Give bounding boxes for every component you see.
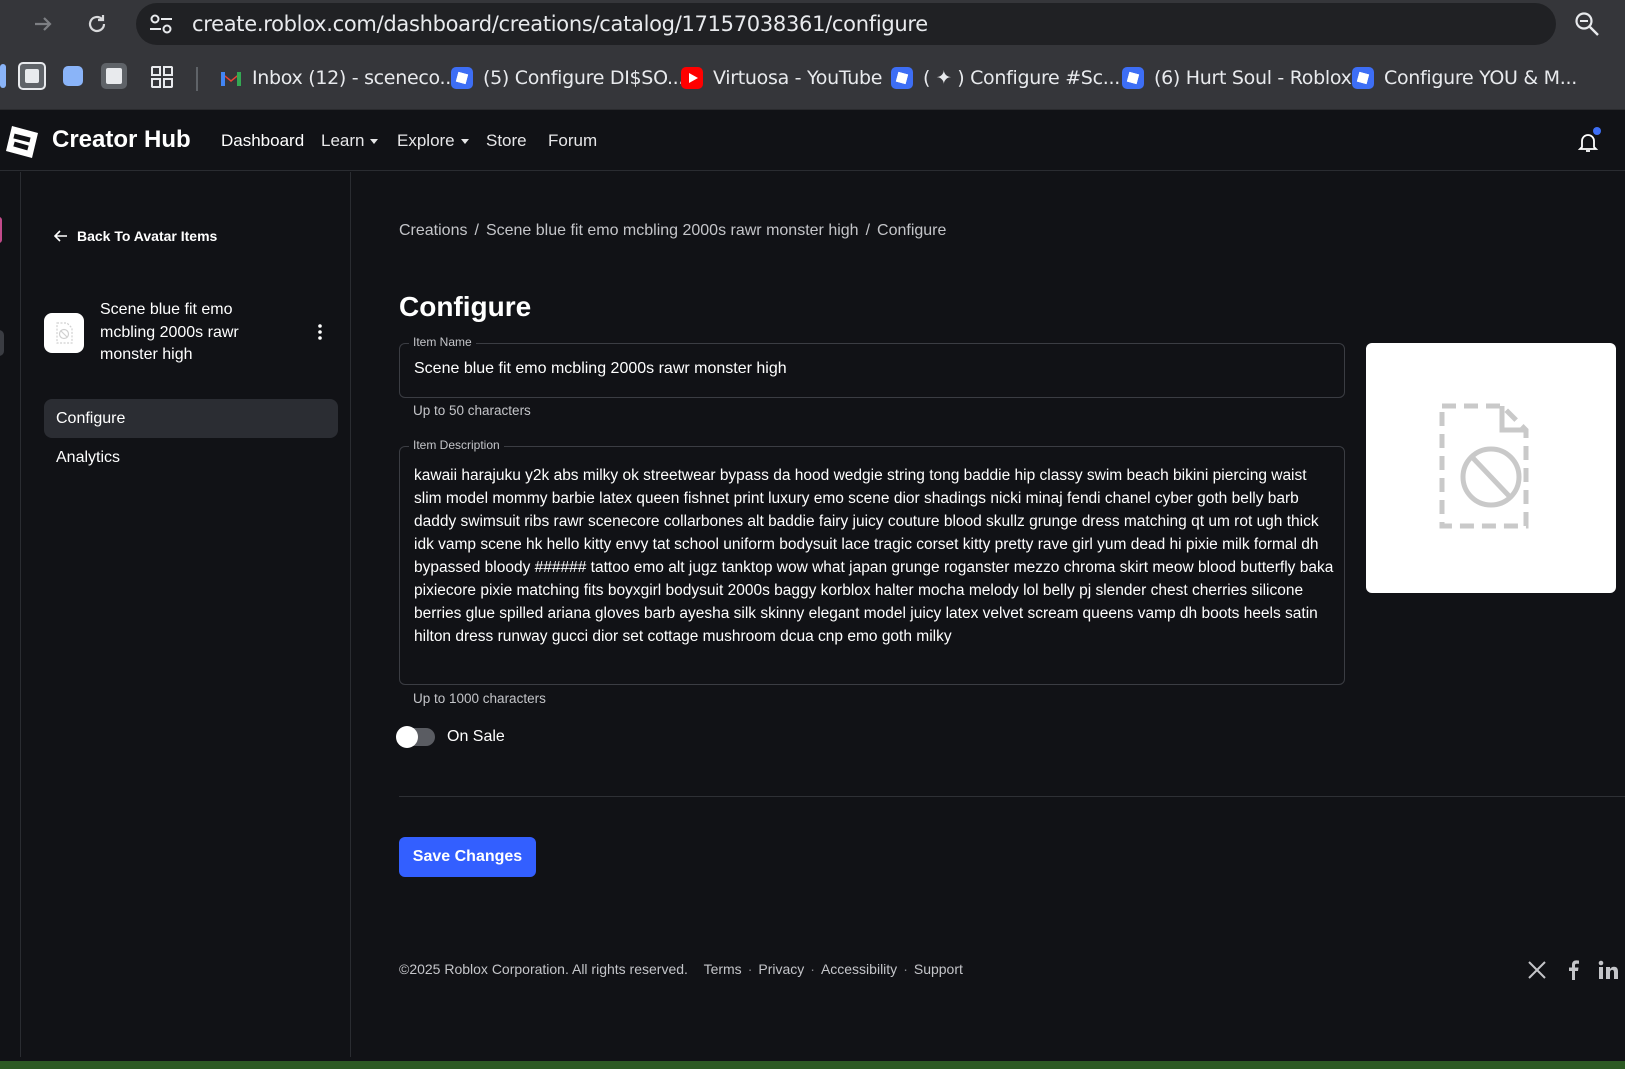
item-description-textarea[interactable]: kawaii harajuku y2k abs milky ok streetw… (414, 464, 1334, 648)
breadcrumb-separator: / (474, 222, 479, 239)
bookmark-roblox-3[interactable]: (6) Hurt Soul - Roblox (1122, 64, 1352, 92)
roblox-logo-icon[interactable] (4, 124, 40, 160)
footer-link-support[interactable]: Support (914, 961, 963, 977)
footer-link-terms[interactable]: Terms (704, 961, 742, 977)
notification-badge (1593, 127, 1601, 135)
left-rail (0, 172, 21, 1057)
back-to-avatar-items-link[interactable]: Back To Avatar Items (54, 228, 217, 244)
bookmark-label: ( ✦ ) Configure #Sc... (923, 67, 1120, 89)
chevron-down-icon (370, 139, 379, 145)
bookmark-label: (5) Configure DI$SO... (483, 67, 685, 89)
item-name-label: Item Name (409, 335, 476, 349)
bookmark-separator (196, 67, 198, 91)
on-sale-label: On Sale (447, 728, 505, 745)
roblox-icon (891, 67, 913, 89)
rail-button[interactable] (0, 330, 4, 356)
x-icon[interactable] (1526, 959, 1548, 981)
bookmark-gmail[interactable]: Inbox (12) - sceneco... (220, 64, 457, 92)
bookmark-youtube[interactable]: Virtuosa - YouTube (681, 64, 882, 92)
extension-icon[interactable] (101, 63, 127, 89)
facebook-icon[interactable] (1562, 959, 1584, 981)
linkedin-icon[interactable] (1597, 959, 1619, 981)
brand-title[interactable]: Creator Hub (52, 126, 191, 154)
item-description-field[interactable]: Item Description kawaii harajuku y2k abs… (399, 438, 1345, 685)
taskbar (0, 1061, 1625, 1069)
nav-explore[interactable]: Explore (397, 131, 469, 151)
chevron-down-icon (460, 139, 469, 145)
item-preview-image (1366, 343, 1616, 593)
url-text[interactable]: create.roblox.com/dashboard/creations/ca… (192, 12, 928, 36)
apps-grid-icon[interactable] (150, 65, 174, 89)
nav-store[interactable]: Store (486, 131, 527, 151)
item-description-label: Item Description (409, 438, 504, 452)
youtube-icon (681, 67, 703, 89)
rail-avatar[interactable] (0, 217, 2, 243)
nav-forum[interactable]: Forum (548, 131, 597, 151)
bookmark-roblox-4[interactable]: Configure YOU & M... (1352, 64, 1577, 92)
back-link-label: Back To Avatar Items (77, 228, 218, 244)
zoom-icon[interactable] (1573, 10, 1601, 38)
reload-icon[interactable] (82, 9, 112, 39)
item-name-input[interactable]: Scene blue fit emo mcbling 2000s rawr mo… (414, 360, 787, 378)
footer-copyright: ©2025 Roblox Corporation. All rights res… (399, 961, 688, 977)
arrow-left-icon (54, 230, 67, 242)
bookmark-label: (6) Hurt Soul - Roblox (1154, 67, 1352, 89)
footer-dot: · (810, 961, 815, 977)
breadcrumb: Creations / Scene blue fit emo mcbling 200… (399, 222, 946, 240)
more-options-icon[interactable] (311, 322, 329, 342)
breadcrumb-item[interactable]: Scene blue fit emo mcbling 2000s rawr mo… (486, 222, 859, 239)
footer: ©2025 Roblox Corporation. All rights res… (399, 961, 963, 977)
bookmark-roblox-1[interactable]: (5) Configure DI$SO... (451, 64, 684, 92)
roblox-icon (451, 67, 473, 89)
roblox-icon (1352, 67, 1374, 89)
footer-dot: · (903, 961, 908, 977)
image-unavailable-icon (1439, 403, 1529, 529)
footer-dot: · (747, 961, 753, 977)
address-bar[interactable]: create.roblox.com/dashboard/creations/ca… (136, 3, 1556, 45)
nav-label: Learn (321, 131, 365, 150)
bookmark-label: Configure YOU & M... (1384, 67, 1577, 89)
item-name-help: Up to 50 characters (413, 403, 531, 418)
extension-icon[interactable] (18, 62, 46, 90)
bookmark-label: Virtuosa - YouTube (713, 67, 883, 89)
item-thumbnail (44, 313, 84, 353)
sidebar-item-analytics[interactable]: Analytics (44, 438, 338, 477)
footer-link-accessibility[interactable]: Accessibility (821, 961, 897, 977)
page-title: Configure (399, 291, 532, 322)
roblox-icon (1122, 67, 1144, 89)
save-changes-button[interactable]: Save Changes (399, 837, 536, 877)
extension-icon[interactable] (0, 64, 6, 88)
breadcrumb-separator: / (865, 222, 871, 239)
gmail-icon (220, 67, 242, 89)
nav-learn[interactable]: Learn (321, 131, 379, 151)
site-settings-icon[interactable] (148, 12, 174, 36)
image-unavailable-icon (56, 322, 73, 344)
on-sale-toggle[interactable] (396, 726, 435, 748)
item-name-field[interactable]: Item Name Scene blue fit emo mcbling 200… (399, 335, 1345, 398)
browser-toolbar: create.roblox.com/dashboard/creations/ca… (0, 0, 1625, 48)
extension-icon[interactable] (63, 66, 83, 86)
breadcrumb-creations[interactable]: Creations (399, 222, 467, 239)
sidebar-item-configure[interactable]: Configure (44, 399, 338, 438)
nav-dashboard[interactable]: Dashboard (221, 131, 304, 151)
toggle-knob (396, 726, 418, 748)
item-description-help: Up to 1000 characters (413, 691, 546, 706)
breadcrumb-current: Configure (877, 222, 947, 239)
footer-link-privacy[interactable]: Privacy (758, 961, 804, 977)
bookmark-label: Inbox (12) - sceneco... (252, 67, 457, 89)
sidebar-item-title: Scene blue fit emo mcbling 2000s rawr mo… (100, 301, 239, 363)
section-divider (399, 796, 1625, 797)
nav-label: Explore (397, 131, 455, 150)
forward-icon[interactable] (28, 9, 58, 39)
bookmark-roblox-2[interactable]: ( ✦ ) Configure #Sc... (891, 64, 1120, 92)
bookmarks-bar: Inbox (12) - sceneco... (5) Configure DI… (0, 48, 1625, 110)
